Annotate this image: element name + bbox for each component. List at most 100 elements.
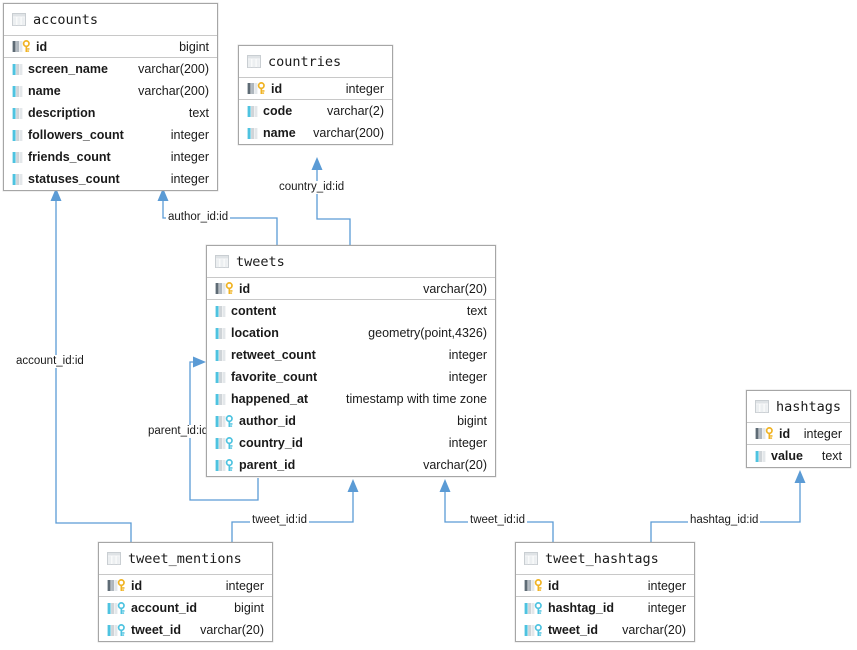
- table-tweet_hashtags[interactable]: tweet_hashtags id integer hashtag_id integer…: [515, 542, 695, 642]
- column-type: varchar(20): [423, 458, 487, 472]
- edge-label-parent-id: parent_id:id: [146, 425, 211, 438]
- table-icon: [215, 255, 229, 268]
- column-name: name: [263, 126, 296, 140]
- column-name: id: [548, 578, 560, 593]
- foreign-key-icon: [225, 458, 234, 472]
- primary-key-icon: [765, 427, 774, 440]
- table-header-accounts[interactable]: accounts: [4, 4, 217, 36]
- column-type: geometry(point,4326): [368, 326, 487, 340]
- column-name: friends_count: [28, 150, 111, 164]
- table-header-tweet_mentions[interactable]: tweet_mentions: [99, 543, 272, 575]
- column-name: id: [779, 426, 791, 441]
- column-row-country_id[interactable]: country_id integer: [207, 432, 495, 454]
- column-row-parent_id[interactable]: parent_id varchar(20): [207, 454, 495, 476]
- foreign-key-icon: [534, 601, 543, 615]
- column-icon: [12, 107, 23, 120]
- column-name: parent_id: [239, 458, 296, 472]
- edge-hashtags-hashtag: [650, 470, 806, 542]
- column-row-id[interactable]: id integer: [516, 575, 694, 597]
- column-row-id[interactable]: id integer: [747, 423, 850, 445]
- column-row-tweet_id[interactable]: tweet_id varchar(20): [99, 619, 272, 641]
- column-row-value[interactable]: value text: [747, 445, 850, 467]
- column-row-name[interactable]: name varchar(200): [239, 122, 392, 144]
- column-row-id[interactable]: id bigint: [4, 36, 217, 58]
- column-name: country_id: [239, 436, 303, 450]
- table-tweet_mentions[interactable]: tweet_mentions id integer account_id bigint t…: [98, 542, 273, 642]
- column-row-favorite_count[interactable]: favorite_count integer: [207, 366, 495, 388]
- column-name: id: [131, 578, 143, 593]
- column-type: text: [188, 106, 209, 120]
- column-name: favorite_count: [231, 370, 318, 384]
- column-icon: [215, 393, 226, 406]
- column-icon: [215, 327, 226, 340]
- edge-label-author-id: author_id:id: [166, 211, 231, 224]
- edge-hashtags-tweet: [439, 479, 554, 542]
- foreign-key-icon: [534, 623, 543, 637]
- column-type: varchar(20): [622, 623, 686, 637]
- table-header-tweet_hashtags[interactable]: tweet_hashtags: [516, 543, 694, 575]
- column-row-statuses_count[interactable]: statuses_count integer: [4, 168, 217, 190]
- edge-label-hashtag-id: hashtag_id:id: [688, 514, 761, 527]
- table-header-countries[interactable]: countries: [239, 46, 392, 78]
- table-title: hashtags: [776, 398, 842, 415]
- column-type: integer: [170, 150, 209, 164]
- foreign-key-icon: [117, 601, 126, 615]
- column-type: integer: [803, 426, 842, 441]
- table-header-tweets[interactable]: tweets: [207, 246, 495, 278]
- column-name: screen_name: [28, 62, 108, 76]
- column-name: retweet_count: [231, 348, 316, 362]
- column-row-id[interactable]: id integer: [99, 575, 272, 597]
- column-row-tweet_id[interactable]: tweet_id varchar(20): [516, 619, 694, 641]
- column-type: varchar(20): [200, 623, 264, 637]
- table-accounts[interactable]: accounts id bigint screen_name varchar(200) n…: [3, 3, 218, 191]
- column-name: tweet_id: [548, 623, 599, 637]
- column-row-author_id[interactable]: author_id bigint: [207, 410, 495, 432]
- column-row-description[interactable]: description text: [4, 102, 217, 124]
- column-row-hashtag_id[interactable]: hashtag_id integer: [516, 597, 694, 619]
- table-title: tweet_mentions: [128, 550, 242, 567]
- column-type: varchar(200): [313, 126, 384, 140]
- column-row-name[interactable]: name varchar(200): [4, 80, 217, 102]
- column-row-friends_count[interactable]: friends_count integer: [4, 146, 217, 168]
- column-row-code[interactable]: code varchar(2): [239, 100, 392, 122]
- foreign-key-icon: [117, 623, 126, 637]
- column-icon: [12, 85, 23, 98]
- column-type: bigint: [234, 601, 264, 615]
- table-title: tweets: [236, 253, 285, 270]
- table-title: countries: [268, 53, 342, 70]
- column-type: integer: [448, 348, 487, 362]
- column-name: content: [231, 304, 277, 318]
- column-icon: [12, 63, 23, 76]
- edge-tweets-country: [311, 157, 351, 245]
- foreign-key-icon: [225, 414, 234, 428]
- column-name: description: [28, 106, 96, 120]
- column-row-content[interactable]: content text: [207, 300, 495, 322]
- column-name: happened_at: [231, 392, 309, 406]
- primary-key-icon: [534, 579, 543, 592]
- column-icon: [247, 105, 258, 118]
- table-hashtags[interactable]: hashtags id integer value text: [746, 390, 851, 468]
- table-tweets[interactable]: tweets id varchar(20) content text location ge…: [206, 245, 496, 477]
- column-name: followers_count: [28, 128, 124, 142]
- column-row-happened_at[interactable]: happened_at timestamp with time zone: [207, 388, 495, 410]
- column-icon: [215, 305, 226, 318]
- column-row-account_id[interactable]: account_id bigint: [99, 597, 272, 619]
- edge-label-mentions-tweet-id: tweet_id:id: [250, 514, 309, 527]
- column-type: integer: [647, 601, 686, 615]
- table-countries[interactable]: countries id integer code varchar(2) name varc…: [238, 45, 393, 145]
- column-row-location[interactable]: location geometry(point,4326): [207, 322, 495, 344]
- column-row-screen_name[interactable]: screen_name varchar(200): [4, 58, 217, 80]
- column-icon: [12, 173, 23, 186]
- edge-label-hashtags-tweet-id: tweet_id:id: [468, 514, 527, 527]
- column-type: varchar(200): [138, 62, 209, 76]
- edge-mentions-tweet: [231, 479, 359, 542]
- column-row-id[interactable]: id integer: [239, 78, 392, 100]
- table-icon: [107, 552, 121, 565]
- er-diagram-canvas: author_id:id country_id:id parent_id:id …: [0, 0, 857, 650]
- column-type: integer: [345, 81, 384, 96]
- table-header-hashtags[interactable]: hashtags: [747, 391, 850, 423]
- column-row-retweet_count[interactable]: retweet_count integer: [207, 344, 495, 366]
- column-icon: [12, 129, 23, 142]
- column-row-id[interactable]: id varchar(20): [207, 278, 495, 300]
- column-row-followers_count[interactable]: followers_count integer: [4, 124, 217, 146]
